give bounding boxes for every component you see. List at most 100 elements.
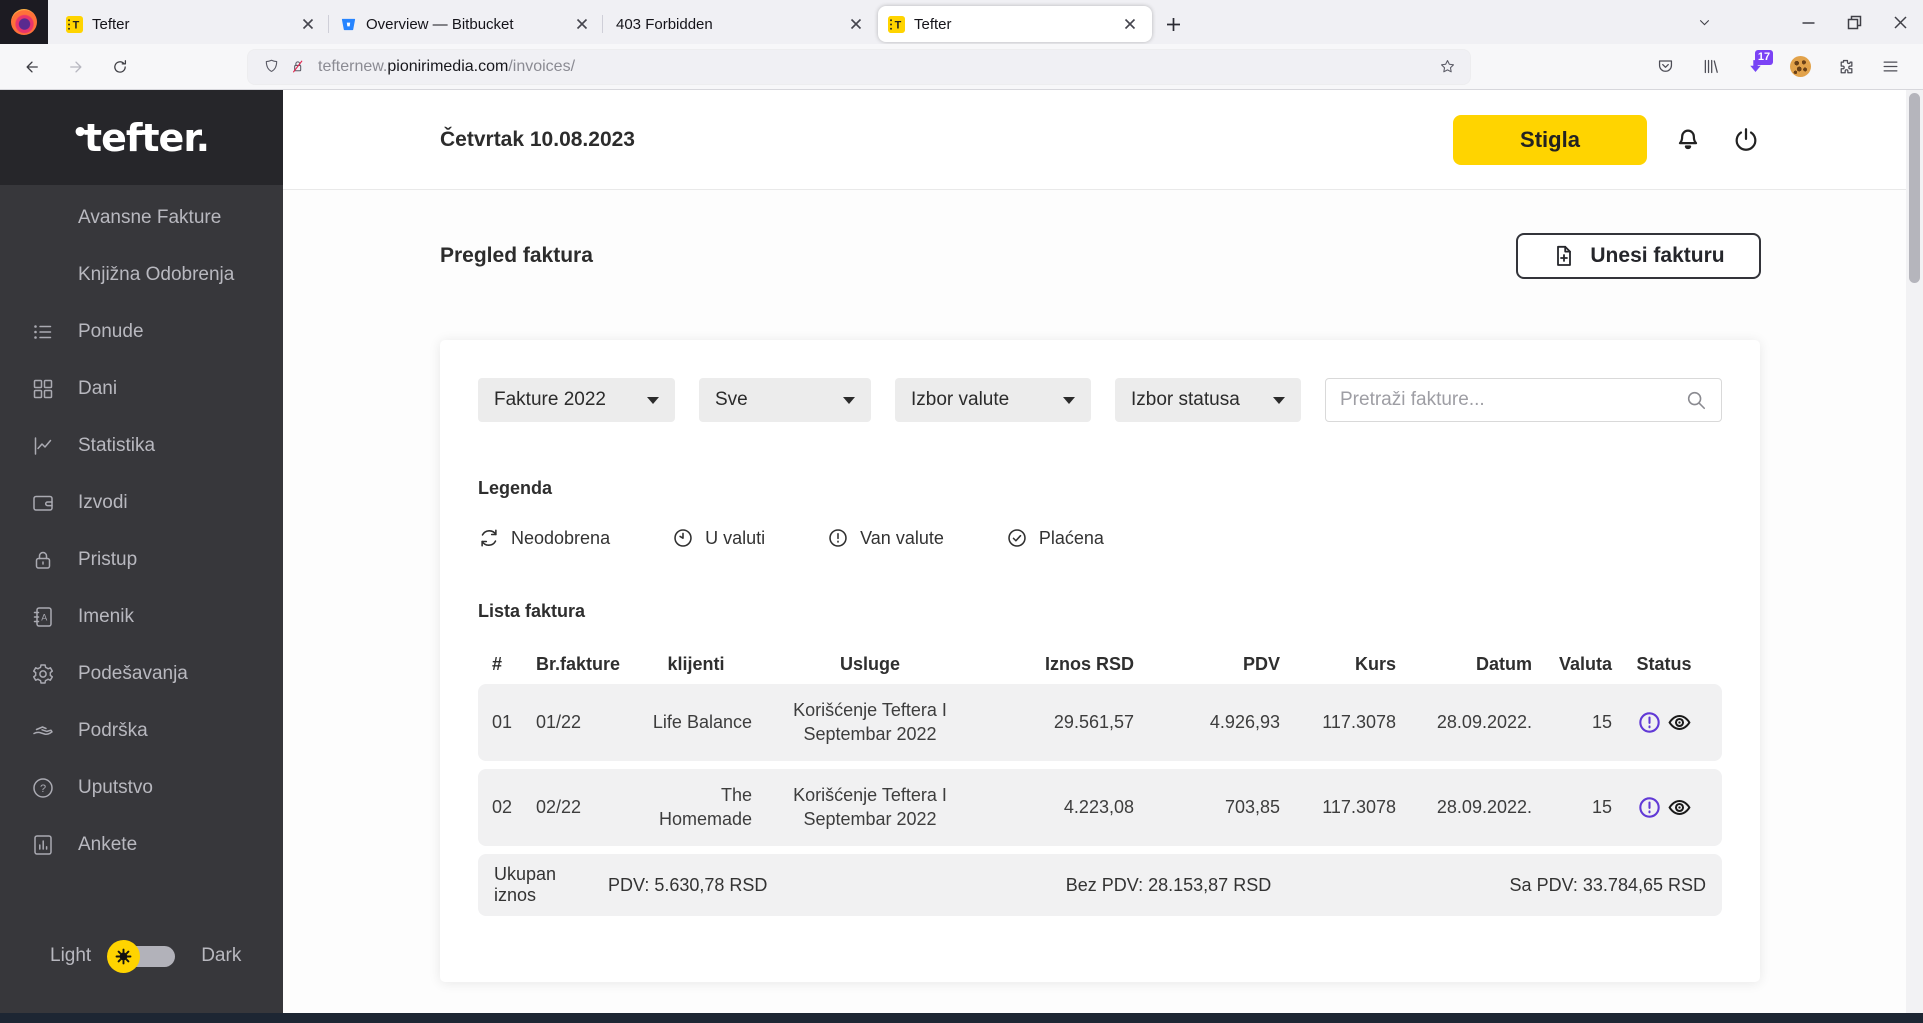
sidebar-item-pristup[interactable]: Pristup [0,531,283,588]
clock-icon [674,529,692,547]
notifications-button[interactable] [1671,123,1705,157]
legend-label: Van valute [860,527,944,548]
downloads-extension-icon[interactable]: 17 [1737,49,1773,85]
tab-strip: T Tefter Overview — Bitbucket 403 Forbid… [56,0,1190,44]
status-exclamation-icon[interactable] [1637,795,1662,820]
web-page: • tefter. Avansne Fakture Knjižna Odobren… [0,90,1923,1013]
support-hand-icon [30,718,56,744]
client-filter-dropdown[interactable]: Sve [699,378,871,422]
sidebar-item-knjizna-odobrenja[interactable]: Knjižna Odobrenja [0,246,283,303]
tab-title: Tefter [914,15,952,33]
url-bar[interactable]: tefternew.pionirimedia.com/invoices/ [248,49,1470,84]
tab-close-icon[interactable] [570,12,594,36]
col-iznos-rsd: Iznos RSD [1044,653,1134,674]
add-invoice-button[interactable]: Unesi fakturu [1516,233,1761,279]
window-controls [1681,0,1923,44]
cell-num: 01 [492,711,513,732]
toolbar-extensions: 17 [1647,49,1923,85]
chart-line-icon [30,433,56,459]
sidebar-item-podrska[interactable]: Podrška [0,702,283,759]
sidebar-item-izvodi[interactable]: Izvodi [0,474,283,531]
sidebar-item-dani[interactable]: Dani [0,360,283,417]
insecure-lock-icon[interactable] [284,54,310,80]
col-usluge: Usluge [839,653,900,674]
pocket-icon[interactable] [1647,49,1683,85]
chevron-down-icon [1699,19,1709,25]
logout-button[interactable] [1729,123,1763,157]
cell-status [1620,710,1708,735]
back-button[interactable] [14,49,50,85]
table-header: # Br.fakture klijenti Usluge Iznos RSD P… [478,644,1722,684]
bookmark-star-icon[interactable] [1434,54,1460,80]
chevron-down-icon [647,396,659,404]
search-input[interactable] [1340,389,1685,411]
sidebar-item-statistika[interactable]: Statistika [0,417,283,474]
theme-toggle: Light Dark [0,939,283,973]
tab-bitbucket[interactable]: Overview — Bitbucket [328,6,604,42]
cookie-extension-icon[interactable] [1782,49,1818,85]
view-invoice-eye-icon[interactable] [1667,795,1692,820]
legend-title: Legenda [478,478,553,498]
sidebar-item-label: Statistika [78,434,156,456]
year-filter-dropdown[interactable]: Fakture 2022 [478,378,675,422]
list-all-tabs-button[interactable] [1681,0,1727,44]
sidebar-item-ankete[interactable]: Ankete [0,816,283,873]
currency-filter-dropdown[interactable]: Izbor valute [895,378,1091,422]
tab-tefter-active[interactable]: T Tefter [878,6,1152,42]
browser-toolbar: tefternew.pionirimedia.com/invoices/ 17 [0,44,1923,90]
tab-close-icon[interactable] [844,12,868,36]
table-row: 01 01/22 Life Balance Korišćenje Teftera… [478,684,1722,761]
scrollbar-thumb[interactable] [1909,93,1920,283]
sidebar-item-podesavanja[interactable]: Podešavanja [0,645,283,702]
legend-label: U valuti [705,527,766,548]
year-filter-value: Fakture 2022 [494,389,606,410]
view-invoice-eye-icon[interactable] [1667,710,1692,735]
invoice-list-title: Lista faktura [478,601,586,621]
url-path: /invoices/ [508,57,576,75]
tefter-logo: • tefter. [72,116,210,160]
svg-text:T: T [895,19,902,31]
url-prefix: tefternew. [318,57,388,75]
cell-usluga: Korišćenje Teftera I Septembar 2022 [760,784,980,830]
totals-pdv: PDV: 5.630,78 RSD [608,874,768,895]
new-tab-button[interactable] [1156,7,1190,41]
sidebar-logo[interactable]: • tefter. [0,90,283,185]
tab-tefter-1[interactable]: T Tefter [56,6,330,42]
tab-title: 403 Forbidden [616,15,713,33]
tab-403-forbidden[interactable]: 403 Forbidden [602,6,878,42]
tab-close-icon[interactable] [1118,12,1142,36]
legend-label: Neodobrena [511,527,611,548]
theme-switch[interactable] [107,939,176,973]
sidebar-item-imenik[interactable]: A Imenik [0,588,283,645]
cell-klijent: The Homemade [658,785,752,829]
restore-button[interactable] [1831,0,1877,44]
cell-klijent: Life Balance [652,711,752,732]
tracking-shield-icon[interactable] [258,54,284,80]
library-icon[interactable] [1692,49,1728,85]
firefox-button[interactable] [0,0,48,44]
cell-datum: 28.09.2022. [1436,796,1532,817]
sidebar-item-label: Ankete [78,833,138,855]
menu-hamburger-icon[interactable] [1872,49,1908,85]
status-exclamation-icon[interactable] [1637,710,1662,735]
col-status: Status [1636,653,1692,674]
sidebar-item-uputstvo[interactable]: ? Uputstvo [0,759,283,816]
tab-close-icon[interactable] [296,12,320,36]
app-header: Četvrtak 10.08.2023 Stigla [283,90,1906,190]
stigla-button[interactable]: Stigla [1453,114,1647,165]
forward-arrow-icon [70,60,82,73]
browser-scrollbar[interactable] [1906,90,1923,1013]
sun-icon [107,939,141,973]
forward-button[interactable] [58,49,94,85]
minimize-button[interactable] [1785,0,1831,44]
extensions-puzzle-icon[interactable] [1827,49,1863,85]
status-filter-dropdown[interactable]: Izbor statusa [1115,378,1301,422]
back-arrow-icon [26,60,38,73]
reload-button[interactable] [102,49,138,85]
sidebar-item-label: Dani [78,377,118,399]
close-window-button[interactable] [1877,0,1923,44]
power-icon [1735,127,1757,151]
sidebar-item-avansne-fakture[interactable]: Avansne Fakture [0,189,283,246]
main-content: Četvrtak 10.08.2023 Stigla Pregled faktu… [283,90,1906,1013]
sidebar-item-ponude[interactable]: Ponude [0,303,283,360]
